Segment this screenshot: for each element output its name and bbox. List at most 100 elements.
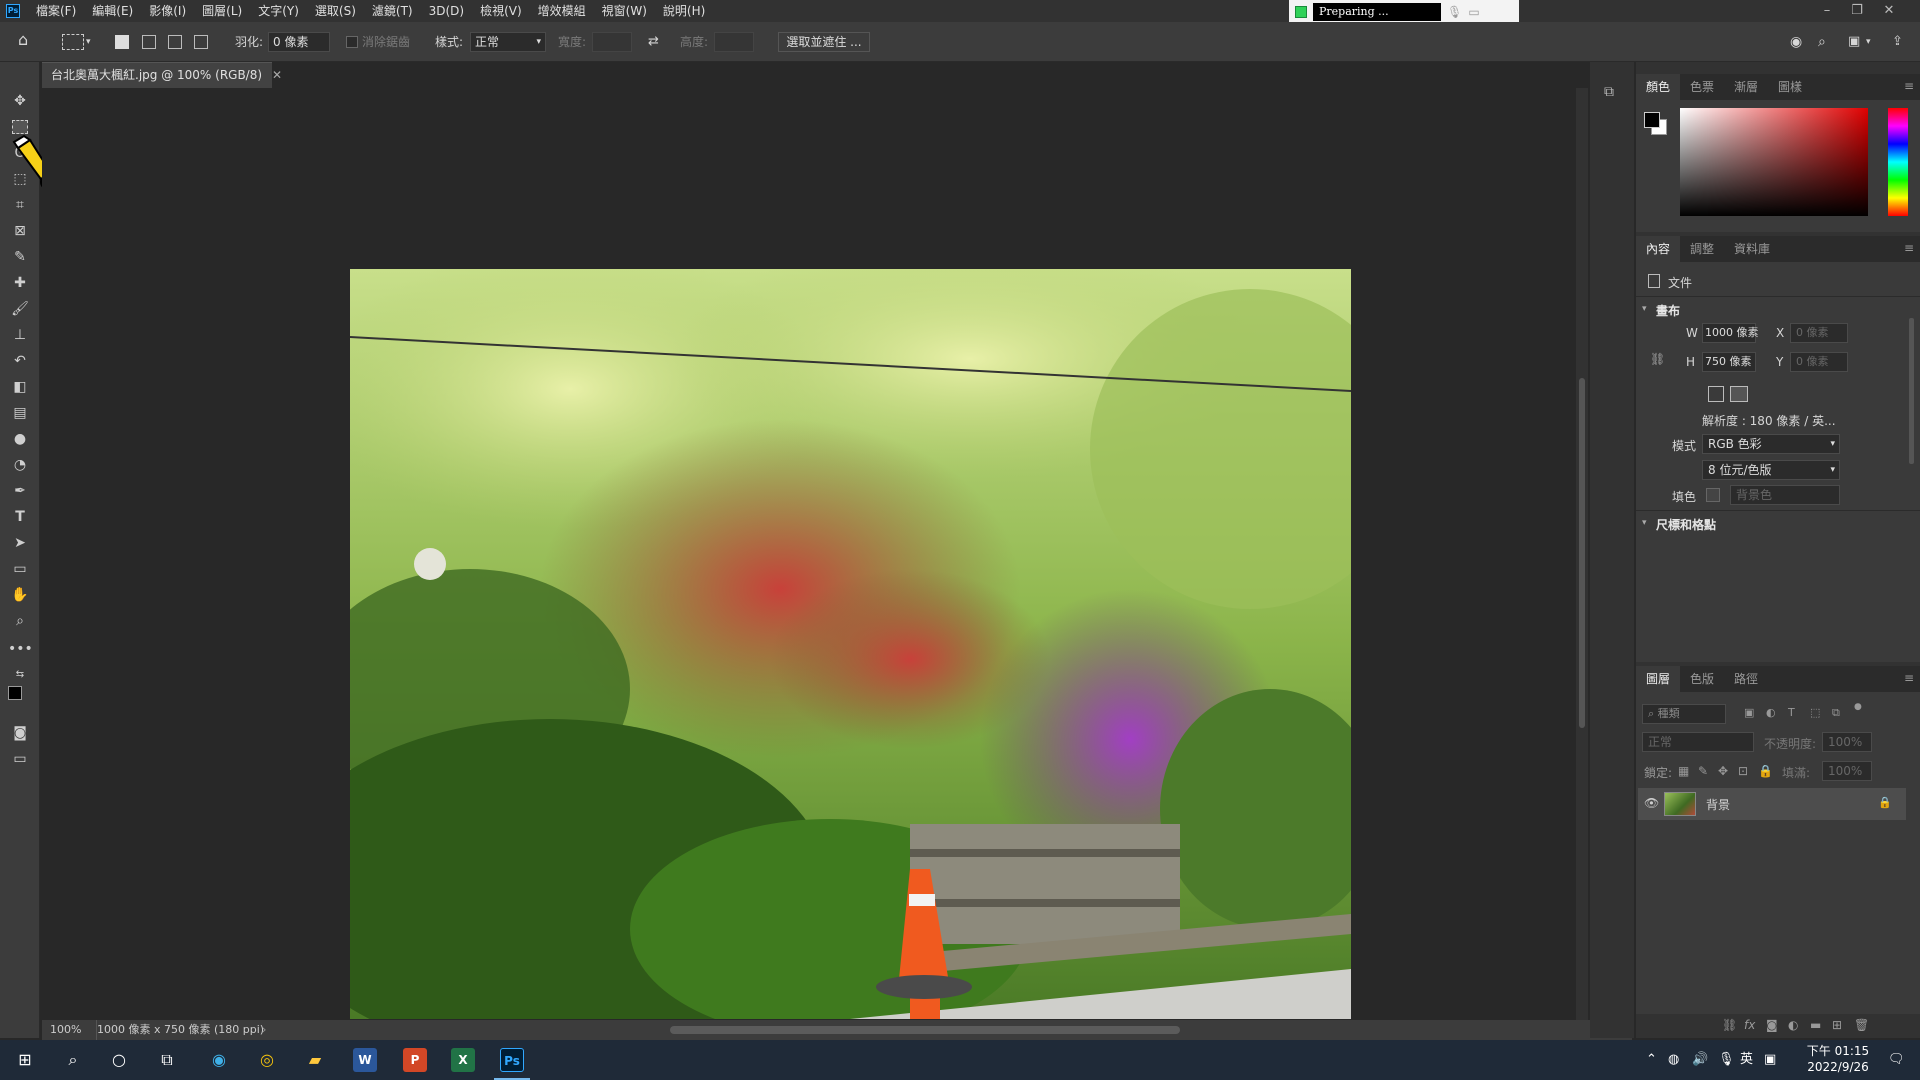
chevron-down-icon[interactable]: ▾ [86,33,91,51]
fill-input[interactable]: 100% [1822,761,1872,781]
color-mode-select[interactable]: RGB 色彩 ▾ [1702,434,1840,454]
menu-type[interactable]: 文字(Y) [250,0,307,22]
dodge-tool-icon[interactable]: ◔ [8,454,32,476]
close-tab-icon[interactable]: ✕ [272,68,282,82]
restore-button[interactable]: ❐ [1842,0,1872,22]
minimize-button[interactable]: – [1812,0,1842,22]
search-icon[interactable]: ⌕ [1818,33,1826,51]
screen-mode-icon[interactable]: ▭ [8,748,32,770]
link-dimensions-icon[interactable]: ⛓ [1650,352,1665,366]
frame-tool-icon[interactable]: ⊠ [8,220,32,242]
tab-gradients[interactable]: 漸層 [1724,74,1768,100]
tab-color[interactable]: 顏色 [1636,74,1681,100]
task-view-icon[interactable]: ⧉ [154,1048,180,1072]
chevron-right-icon[interactable]: › [262,1020,266,1040]
input-method-indicator[interactable]: 英 [1740,1050,1753,1070]
filter-type-icon[interactable]: T [1788,706,1795,719]
canvas-height-input[interactable]: 750 像素 [1702,352,1756,372]
tab-channels[interactable]: 色版 [1680,666,1724,692]
powerpoint-app-icon[interactable]: P [403,1048,427,1072]
filter-smart-object-icon[interactable]: ⧉ [1832,706,1840,720]
brush-tool-icon[interactable]: 🖌 [8,298,32,320]
fill-color-swatch[interactable] [1706,488,1720,502]
swap-colors-icon[interactable]: ⇆ [8,664,32,686]
gradient-tool-icon[interactable]: ▤ [8,402,32,424]
share-icon[interactable]: ⇪ [1892,33,1903,51]
swap-dimensions-icon[interactable]: ⇄ [648,33,659,51]
cortana-icon[interactable]: ○ [106,1048,132,1072]
eraser-tool-icon[interactable]: ◧ [8,376,32,398]
hand-tool-icon[interactable]: ✋ [8,584,32,606]
canvas-x-input[interactable]: 0 像素 [1790,323,1848,343]
portrait-orientation-icon[interactable] [1708,386,1724,402]
word-app-icon[interactable]: W [353,1048,377,1072]
panel-menu-icon[interactable]: ≡ [1904,79,1914,93]
move-tool-icon[interactable]: ✥ [8,90,32,112]
quick-mask-icon[interactable]: ◙ [8,722,32,744]
menu-window[interactable]: 視窗(W) [594,0,655,22]
canvas-y-input[interactable]: 0 像素 [1790,352,1848,372]
marquee-tool-preset-icon[interactable] [62,34,84,50]
panel-menu-icon[interactable]: ≡ [1904,671,1914,685]
healing-brush-tool-icon[interactable]: ✚ [8,272,32,294]
windows-start-icon[interactable]: ⊞ [12,1048,38,1072]
bit-depth-select[interactable]: 8 位元/色版 ▾ [1702,460,1840,480]
lock-pixels-icon[interactable]: ✎ [1698,764,1708,778]
menu-plugins[interactable]: 增效模組 [530,0,594,22]
notification-center-icon[interactable]: 🗨 [1888,1050,1905,1070]
select-and-mask-button[interactable]: 選取並遮住 ... [778,32,870,52]
tab-paths[interactable]: 路徑 [1724,666,1768,692]
chevron-up-icon[interactable]: ⌃ [1646,1050,1657,1070]
user-icon[interactable]: ◉ [1790,33,1802,51]
tab-layers[interactable]: 圖層 [1636,666,1681,692]
file-explorer-icon[interactable]: ▰ [302,1048,328,1072]
filter-adjustment-icon[interactable]: ◐ [1766,706,1776,719]
blend-mode-select[interactable]: 正常 [1642,732,1754,752]
zoom-tool-icon[interactable]: ⌕ [8,610,32,632]
new-layer-icon[interactable]: ⊞ [1832,1018,1842,1032]
link-layers-icon[interactable]: ⛓ [1722,1018,1737,1032]
layer-row-background[interactable]: 👁 背景 🔒 [1638,788,1906,820]
clock[interactable]: 下午 01:15 2022/9/26 [1790,1043,1886,1077]
blur-tool-icon[interactable]: ● [8,428,32,450]
fill-select[interactable]: 背景色 [1730,485,1840,505]
document-photo[interactable] [350,269,1351,1019]
canvas-area[interactable] [42,88,1574,1020]
excel-app-icon[interactable]: X [451,1048,475,1072]
lock-artboard-icon[interactable]: ⊡ [1738,764,1748,778]
add-mask-icon[interactable]: ◙ [1766,1018,1778,1032]
panel-menu-icon[interactable]: ≡ [1904,241,1914,255]
filter-pixel-icon[interactable]: ▣ [1744,706,1754,719]
height-input[interactable] [714,32,754,52]
tab-libraries[interactable]: 資料庫 [1724,236,1780,262]
chevron-down-icon[interactable]: ▾ [1866,33,1871,51]
menu-help[interactable]: 說明(H) [655,0,713,22]
document-tab[interactable]: 台北奧萬大楓紅.jpg @ 100% (RGB/8) ✕ [42,62,282,88]
adjustment-layer-icon[interactable]: ◐ [1788,1018,1798,1032]
menu-image[interactable]: 影像(I) [141,0,194,22]
layer-filter-select[interactable]: ⌕ 種類 [1642,704,1726,724]
chevron-down-icon[interactable]: ▾ [1642,304,1647,314]
path-selection-tool-icon[interactable]: ➤ [8,532,32,554]
network-icon[interactable]: ◍ [1668,1050,1679,1070]
color-picker-field[interactable] [1680,108,1868,216]
tab-properties[interactable]: 內容 [1636,236,1681,262]
menu-file[interactable]: 檔案(F) [28,0,84,22]
camera-icon[interactable]: ▭ [1467,5,1481,19]
tab-patterns[interactable]: 圖樣 [1768,74,1812,100]
width-input[interactable] [592,32,632,52]
lock-all-icon[interactable]: 🔒 [1758,764,1773,778]
vertical-scrollbar[interactable] [1576,88,1588,1020]
menu-filter[interactable]: 濾鏡(T) [364,0,421,22]
intersect-selection-icon[interactable] [194,35,208,49]
menu-edit[interactable]: 編輯(E) [84,0,141,22]
foreground-color-swatch[interactable] [8,686,22,700]
tab-swatches[interactable]: 色票 [1680,74,1724,100]
hue-slider[interactable] [1888,108,1908,216]
more-tools-icon[interactable]: ••• [8,638,33,660]
type-tool-icon[interactable]: T [8,506,32,528]
tab-adjustments[interactable]: 調整 [1680,236,1724,262]
add-to-selection-icon[interactable] [142,35,156,49]
lock-position-icon[interactable]: ✥ [1718,764,1728,778]
microphone-icon[interactable]: 🎙 [1447,5,1462,19]
